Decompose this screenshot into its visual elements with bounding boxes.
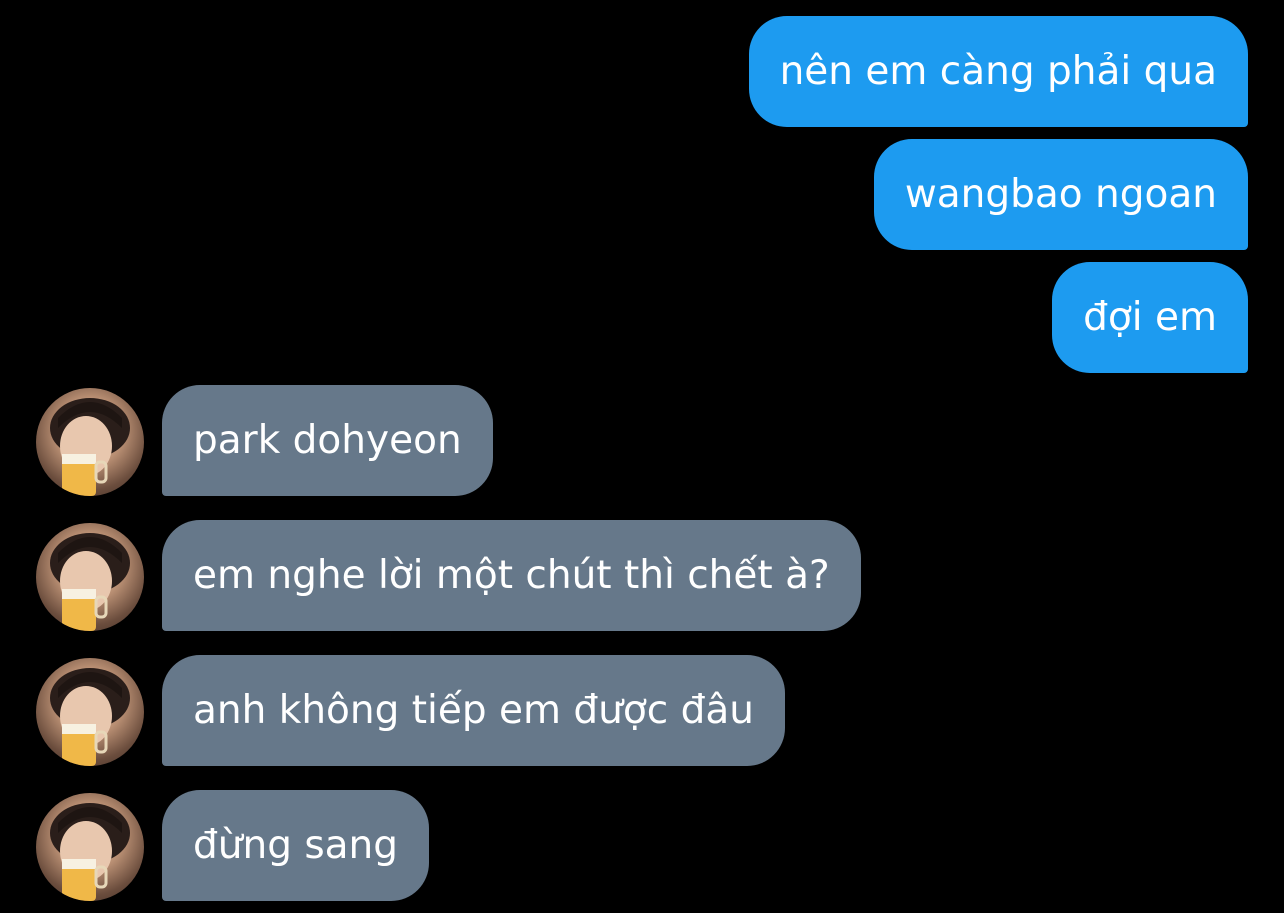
profile-photo-icon [50,668,130,766]
avatar[interactable] [36,793,144,901]
incoming-message[interactable]: em nghe lời một chút thì chết à? [162,520,861,631]
message-thread: nên em càng phải qua wangbao ngoan đợi e… [0,0,1284,913]
avatar[interactable] [36,523,144,631]
profile-photo-icon [50,398,130,496]
message-text: anh không tiếp em được đâu [193,688,754,733]
avatar[interactable] [36,388,144,496]
outgoing-message[interactable]: wangbao ngoan [873,139,1248,250]
message-text: đợi em [1083,295,1217,340]
outgoing-message[interactable]: nên em càng phải qua [748,16,1248,127]
message-text: đừng sang [193,823,399,868]
message-text: park dohyeon [193,418,462,463]
message-text: nên em càng phải qua [779,49,1217,94]
incoming-message[interactable]: anh không tiếp em được đâu [162,655,785,766]
profile-photo-icon [50,803,130,901]
message-text: em nghe lời một chút thì chết à? [193,553,830,598]
message-text: wangbao ngoan [904,172,1217,217]
profile-photo-icon [50,533,130,631]
outgoing-message[interactable]: đợi em [1052,262,1248,373]
avatar[interactable] [36,658,144,766]
incoming-message[interactable]: park dohyeon [162,385,493,496]
incoming-message[interactable]: đừng sang [162,790,430,901]
